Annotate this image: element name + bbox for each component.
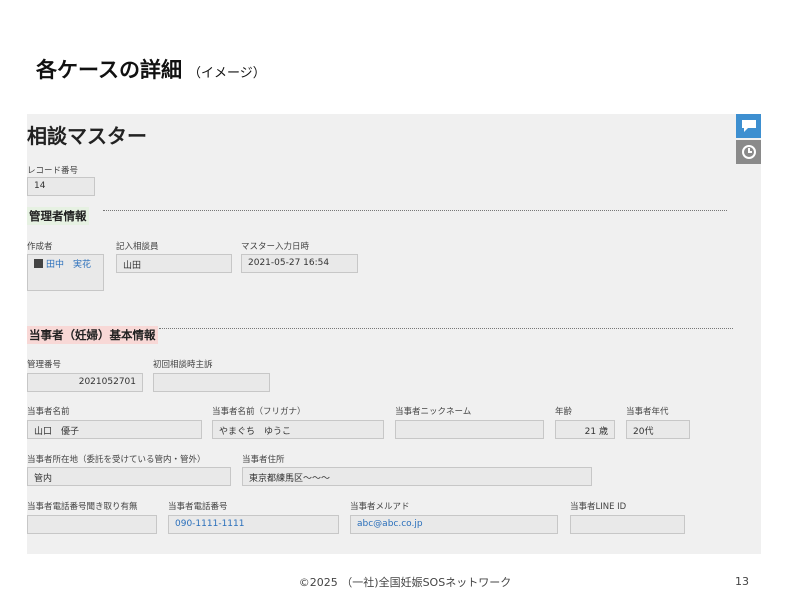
nickname-field — [395, 420, 544, 439]
furigana-label: 当事者名前（フリガナ） — [212, 407, 306, 417]
age-group-field: 20代 — [626, 420, 690, 439]
clock-history-icon — [741, 145, 756, 159]
phone-listen-field — [27, 515, 157, 534]
email-label: 当事者メルアド — [350, 502, 410, 512]
slide-title-main: 各ケースの詳細 — [36, 58, 182, 82]
furigana-field: やまぐち ゆうこ — [212, 420, 384, 439]
history-button[interactable] — [736, 140, 761, 164]
nickname-label: 当事者ニックネーム — [395, 407, 472, 417]
app-title: 相談マスター — [27, 124, 147, 148]
age-group-label: 当事者年代 — [626, 407, 669, 417]
manager-section-title: 管理者情報 — [27, 207, 89, 225]
email-link[interactable]: abc@abc.co.jp — [350, 515, 558, 534]
recorder-label: 記入相談員 — [116, 242, 159, 252]
record-number-label: レコード番号 — [27, 166, 79, 176]
party-section-title: 当事者（妊婦）基本情報 — [27, 326, 158, 344]
phone-link[interactable]: 090-1111-1111 — [168, 515, 339, 534]
page-number: 13 — [735, 575, 749, 588]
first-consult-label: 初回相談時主訴 — [153, 360, 213, 370]
master-input-field: 2021-05-27 16:54 — [241, 254, 358, 273]
user-icon — [34, 259, 43, 268]
recorder-field: 山田 — [116, 254, 232, 273]
age-label: 年齢 — [555, 407, 573, 417]
location-field: 管内 — [27, 467, 231, 486]
phone-listen-label: 当事者電話番号聞き取り有無 — [27, 502, 138, 512]
creator-value: 田中 実花 — [46, 260, 92, 270]
mgmt-no-label: 管理番号 — [27, 360, 62, 370]
creator-label: 作成者 — [27, 242, 53, 252]
address-label: 当事者住所 — [242, 455, 285, 465]
app-panel: 相談マスター レコード番号 14 管理者情報 作成者 田中 実花 記入相談員 山… — [27, 114, 761, 554]
slide-title: 各ケースの詳細 （イメージ） — [36, 54, 266, 84]
record-number-field: 14 — [27, 177, 95, 196]
location-label: 当事者所在地（委託を受けている管内・管外） — [27, 455, 206, 465]
master-input-label: マスター入力日時 — [241, 242, 310, 252]
comment-button[interactable] — [736, 114, 761, 138]
line-id-label: 当事者LINE ID — [570, 502, 627, 512]
section-divider — [103, 210, 727, 211]
name-label: 当事者名前 — [27, 407, 70, 417]
section-divider — [159, 328, 733, 329]
speech-bubble-icon — [741, 120, 756, 132]
name-field: 山口 優子 — [27, 420, 202, 439]
mgmt-no-field: 2021052701 — [27, 373, 143, 392]
phone-label: 当事者電話番号 — [168, 502, 228, 512]
age-field: 21 歳 — [555, 420, 615, 439]
creator-field[interactable]: 田中 実花 — [27, 254, 104, 291]
address-field: 東京都練馬区～～～ — [242, 467, 592, 486]
first-consult-field — [153, 373, 270, 392]
slide-title-sub: （イメージ） — [187, 66, 266, 81]
line-id-field — [570, 515, 685, 534]
slide-footer: ©2025 （一社)全国妊娠SOSネットワーク — [298, 576, 512, 589]
